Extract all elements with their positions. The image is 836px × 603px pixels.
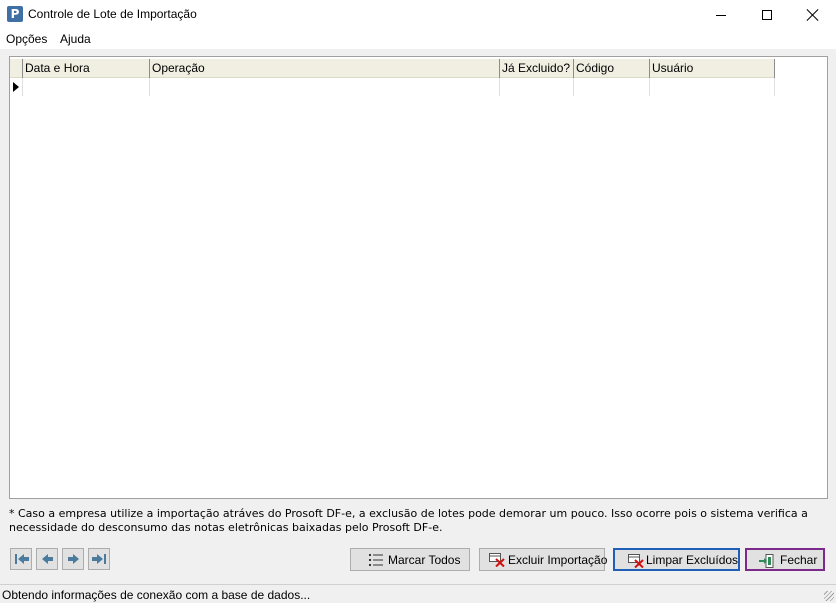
- info-note: * Caso a empresa utilize a importação at…: [9, 507, 808, 534]
- fechar-label: Fechar: [780, 552, 818, 567]
- grid-header: Data e Hora Operação Já Excluido? Código…: [10, 59, 775, 78]
- nav-last-button[interactable]: [88, 548, 110, 570]
- maximize-icon: [762, 10, 772, 20]
- row-indicator-icon: [13, 82, 19, 92]
- minimize-icon: [716, 14, 726, 16]
- table-row[interactable]: [10, 78, 775, 96]
- grid-cell-divider: [149, 78, 150, 96]
- column-header-data-hora[interactable]: Data e Hora: [22, 59, 150, 78]
- arrow-right-icon: [96, 554, 103, 564]
- close-button[interactable]: [790, 0, 836, 30]
- nav-next-button[interactable]: [62, 548, 84, 570]
- minimize-button[interactable]: [698, 0, 744, 30]
- status-bar: Obtendo informações de conexão com a bas…: [0, 584, 836, 603]
- last-bar-icon: [103, 554, 106, 564]
- title-bar: P Controle de Lote de Importação: [0, 0, 836, 30]
- resize-grip-icon[interactable]: [824, 591, 834, 601]
- column-header-codigo[interactable]: Código: [573, 59, 650, 78]
- excluir-importacao-button[interactable]: Excluir Importação: [479, 548, 608, 571]
- nav-prev-button[interactable]: [36, 548, 58, 570]
- nav-first-button[interactable]: [10, 548, 32, 570]
- marcar-todos-button[interactable]: Marcar Todos: [350, 548, 470, 571]
- window-title: Controle de Lote de Importação: [28, 7, 197, 21]
- grid-cell-divider: [649, 78, 650, 96]
- maximize-button[interactable]: [744, 0, 790, 30]
- grid-cell-divider: [22, 78, 23, 96]
- column-header-usuario[interactable]: Usuário: [649, 59, 775, 78]
- excluir-importacao-label: Excluir Importação: [508, 552, 608, 567]
- limpar-excluidos-label: Limpar Excluídos: [646, 552, 739, 567]
- menu-opcoes[interactable]: Opções: [6, 32, 47, 46]
- close-icon: [807, 9, 819, 21]
- status-text: Obtendo informações de conexão com a bas…: [2, 588, 311, 602]
- marcar-todos-label: Marcar Todos: [388, 552, 461, 567]
- exit-door-icon: [759, 554, 774, 568]
- menu-ajuda[interactable]: Ajuda: [60, 32, 91, 46]
- column-header-operacao[interactable]: Operação: [149, 59, 500, 78]
- limpar-excluidos-button[interactable]: Limpar Excluídos: [613, 548, 740, 571]
- column-header-ja-excluido[interactable]: Já Excluido?: [499, 59, 574, 78]
- fechar-button[interactable]: Fechar: [745, 548, 825, 571]
- arrow-right-icon: [72, 554, 79, 564]
- menu-bar: Opções Ajuda: [0, 30, 836, 49]
- first-bar-icon: [14, 554, 17, 564]
- delete-table-icon: [489, 553, 505, 567]
- app-icon: P: [7, 6, 23, 22]
- checklist-icon: [369, 554, 383, 566]
- grid-cell-divider: [499, 78, 500, 96]
- lote-grid[interactable]: Data e Hora Operação Já Excluido? Código…: [9, 56, 828, 499]
- clear-deleted-icon: [628, 554, 644, 568]
- grid-cell-divider: [774, 78, 775, 96]
- grid-cell-divider: [573, 78, 574, 96]
